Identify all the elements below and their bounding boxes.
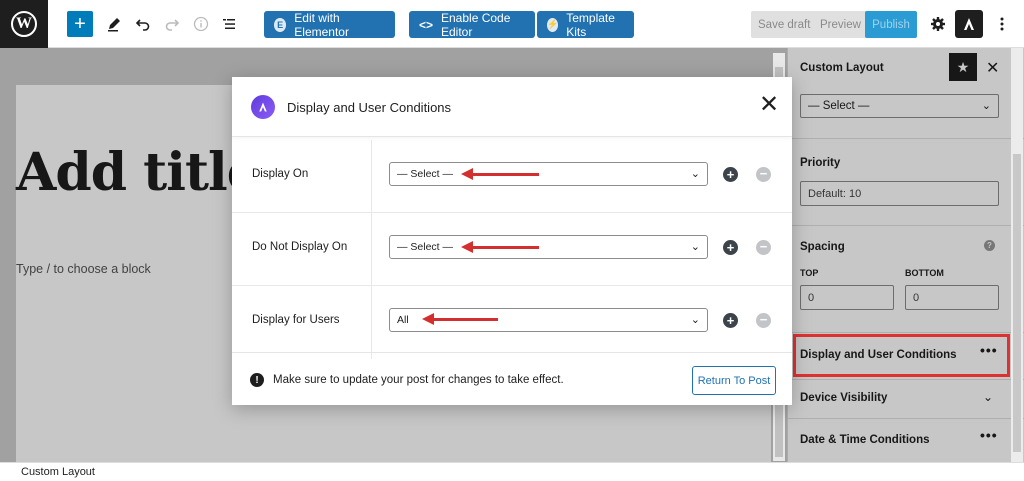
astra-logo-icon bbox=[964, 18, 974, 30]
astra-logo-icon bbox=[251, 95, 275, 119]
modal-footer: ! Make sure to update your post for chan… bbox=[232, 352, 792, 405]
chevron-down-icon: ⌄ bbox=[690, 314, 700, 326]
save-draft-button[interactable]: Save draft bbox=[751, 11, 818, 38]
condition-row-do-not-display-on: Do Not Display On — Select — ⌄ + − bbox=[232, 213, 792, 286]
settings-gear-icon[interactable] bbox=[926, 12, 950, 36]
more-options-icon[interactable] bbox=[990, 12, 1014, 36]
remove-rule-button[interactable]: − bbox=[756, 313, 771, 328]
template-kits-button[interactable]: ⚡ Template Kits bbox=[537, 10, 634, 39]
return-to-post-button[interactable]: Return To Post bbox=[692, 366, 776, 395]
enable-code-editor-button[interactable]: <> Enable Code Editor bbox=[409, 10, 535, 39]
wordpress-logo-button[interactable]: W bbox=[0, 0, 48, 48]
wordpress-icon: W bbox=[11, 11, 37, 37]
condition-label: Display On bbox=[252, 168, 309, 180]
editor-footer: Custom Layout bbox=[0, 462, 1024, 481]
condition-row-display-for-users: Display for Users All ⌄ + − bbox=[232, 286, 792, 359]
do-not-display-on-select[interactable]: — Select — ⌄ bbox=[389, 235, 708, 259]
undo-icon[interactable] bbox=[131, 12, 155, 36]
update-notice: Make sure to update your post for change… bbox=[273, 374, 564, 386]
breadcrumb[interactable]: Custom Layout bbox=[21, 466, 95, 478]
condition-label: Display for Users bbox=[252, 314, 340, 326]
plus-icon: + bbox=[74, 12, 86, 35]
display-conditions-modal: Display and User Conditions ✕ Display On… bbox=[232, 77, 792, 405]
warning-icon: ! bbox=[250, 373, 264, 387]
elementor-icon: E bbox=[274, 17, 287, 32]
add-rule-button[interactable]: + bbox=[723, 313, 738, 328]
enable-code-editor-label: Enable Code Editor bbox=[441, 10, 511, 39]
top-toolbar: W + E Edit with Elementor <> Enable Code… bbox=[0, 0, 1024, 48]
annotation-highlight-box bbox=[793, 334, 1010, 377]
condition-row-display-on: Display On — Select — ⌄ + − bbox=[232, 140, 792, 213]
select-value: — Select — bbox=[397, 168, 454, 180]
edit-with-elementor-label: Edit with Elementor bbox=[294, 10, 349, 39]
preview-button[interactable]: Preview bbox=[813, 11, 868, 38]
modal-title: Display and User Conditions bbox=[287, 100, 452, 115]
annotation-arrow bbox=[461, 168, 539, 180]
astra-settings-button[interactable] bbox=[955, 10, 983, 38]
display-on-select[interactable]: — Select — ⌄ bbox=[389, 162, 708, 186]
annotation-arrow bbox=[422, 313, 498, 325]
select-value: All bbox=[397, 314, 409, 326]
lightning-icon: ⚡ bbox=[547, 17, 559, 32]
pencil-icon[interactable] bbox=[102, 12, 126, 36]
list-view-icon[interactable] bbox=[217, 12, 241, 36]
chevron-down-icon: ⌄ bbox=[690, 241, 700, 253]
modal-header: Display and User Conditions ✕ bbox=[232, 77, 792, 137]
sidebar-scrollbar[interactable] bbox=[1011, 48, 1023, 462]
close-icon[interactable]: ✕ bbox=[759, 93, 779, 117]
sidebar-overlay bbox=[787, 48, 1024, 462]
publish-button[interactable]: Publish bbox=[865, 11, 917, 38]
select-value: — Select — bbox=[397, 241, 454, 253]
add-block-button[interactable]: + bbox=[67, 11, 93, 37]
remove-rule-button[interactable]: − bbox=[756, 167, 771, 182]
edit-with-elementor-button[interactable]: E Edit with Elementor bbox=[264, 10, 395, 39]
condition-label: Do Not Display On bbox=[252, 241, 348, 253]
chevron-down-icon: ⌄ bbox=[690, 168, 700, 180]
add-rule-button[interactable]: + bbox=[723, 167, 738, 182]
remove-rule-button[interactable]: − bbox=[756, 240, 771, 255]
annotation-arrow bbox=[461, 241, 539, 253]
redo-icon[interactable] bbox=[160, 12, 184, 36]
info-icon[interactable] bbox=[189, 12, 213, 36]
template-kits-label: Template Kits bbox=[566, 10, 615, 39]
add-rule-button[interactable]: + bbox=[723, 240, 738, 255]
sidebar-scrollbar-thumb[interactable] bbox=[1013, 154, 1021, 452]
code-icon: <> bbox=[419, 17, 434, 32]
